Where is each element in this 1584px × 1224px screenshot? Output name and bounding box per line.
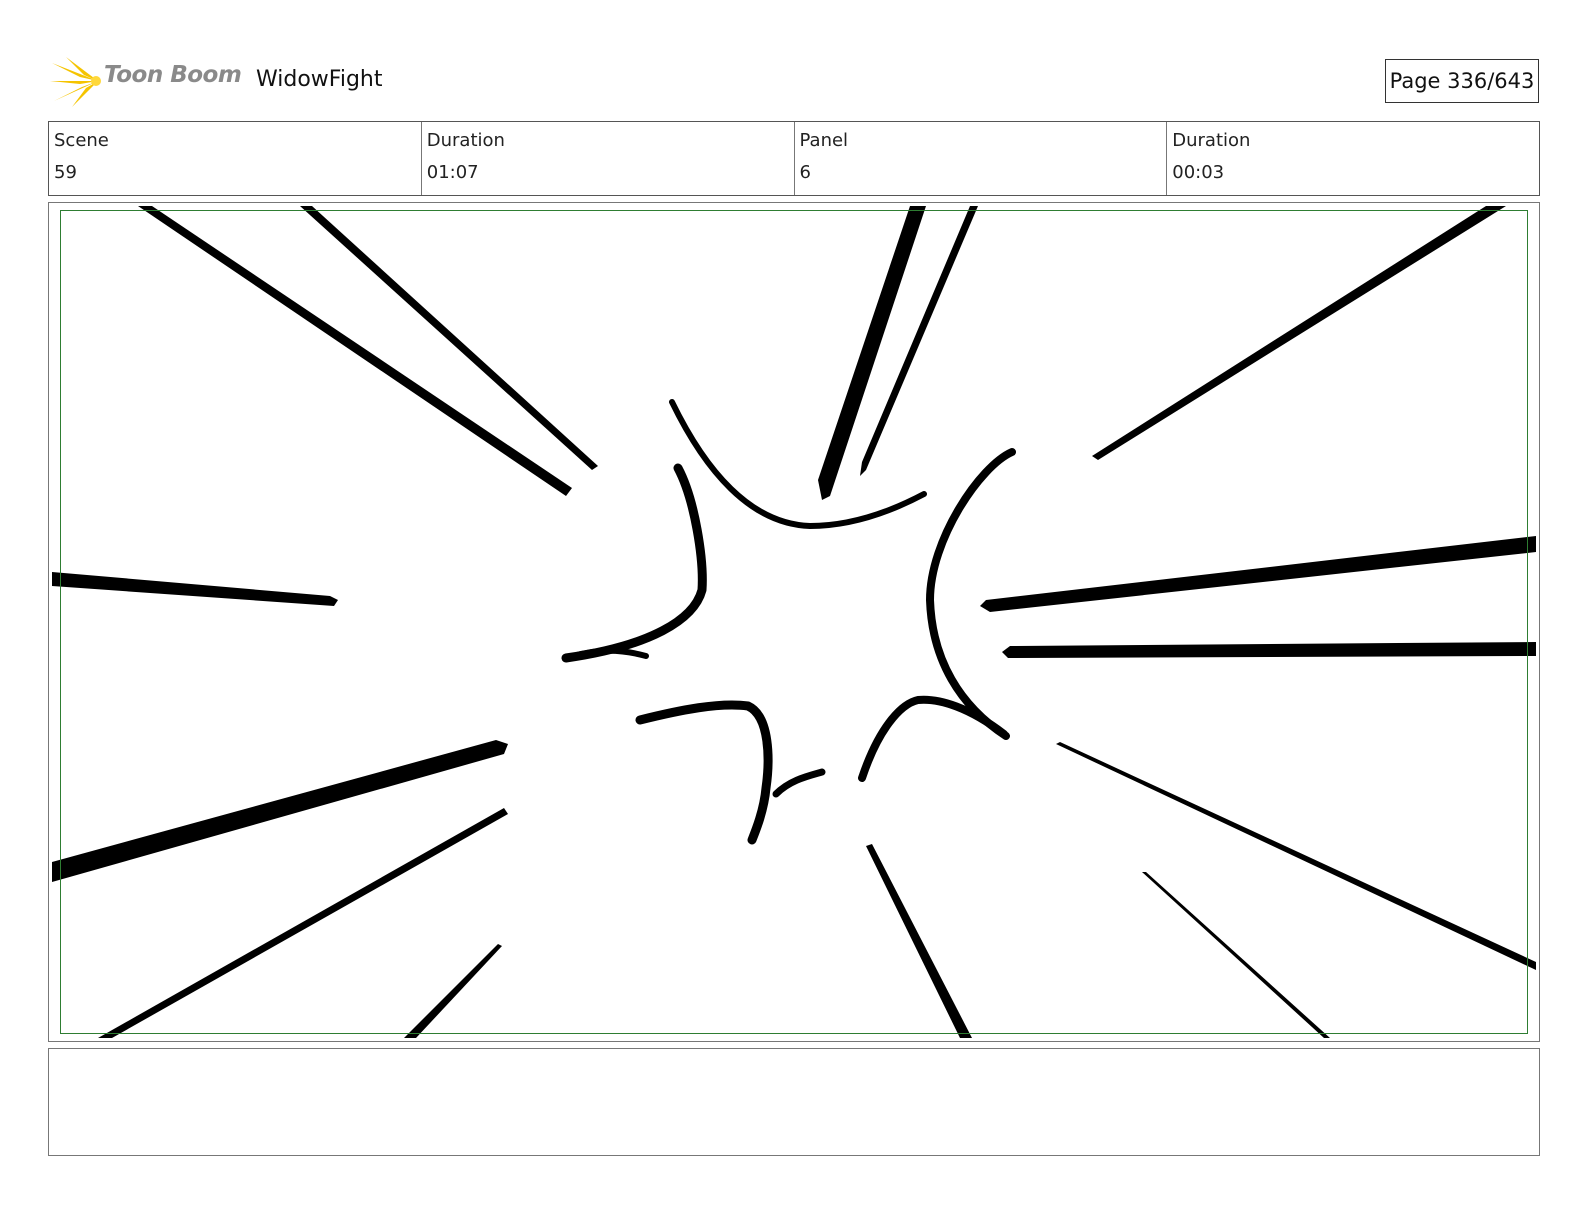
speed-line [52,740,508,882]
burst-curve [635,700,773,845]
scene-duration-value: 01:07 [426,162,479,183]
burst-curve [772,768,826,798]
scene-cell: Scene 59 [49,122,422,195]
panel-duration-cell: Duration 00:03 [1167,122,1539,195]
panel-label: Panel [799,130,849,151]
burst-curve [561,463,707,663]
speed-line [1142,872,1330,1038]
speed-line [52,572,338,606]
speed-line [1092,206,1506,460]
panel-value: 6 [799,162,811,183]
speed-line [980,536,1536,612]
speed-line [1002,642,1536,658]
speed-line [404,944,502,1038]
speed-line [866,844,972,1038]
burst-curve [858,695,1008,782]
panel-duration-label: Duration [1172,130,1251,151]
panel-duration-value: 00:03 [1172,162,1225,183]
speed-line [1056,742,1536,970]
scene-duration-cell: Duration 01:07 [422,122,795,195]
scene-label: Scene [54,130,109,151]
panel-info-table: Scene 59 Duration 01:07 Panel 6 Duration… [48,121,1540,196]
burst-curve [926,448,1016,740]
panel-drawing [52,206,1536,1038]
panel-cell: Panel 6 [795,122,1168,195]
burst-curve [571,647,649,659]
page-indicator: Page 336/643 [1385,59,1539,103]
brand-name: Toon Boom [104,62,242,88]
panel-notes [48,1048,1540,1156]
scene-duration-label: Duration [426,130,505,151]
project-title: WidowFight [256,67,383,92]
scene-value: 59 [54,162,77,183]
